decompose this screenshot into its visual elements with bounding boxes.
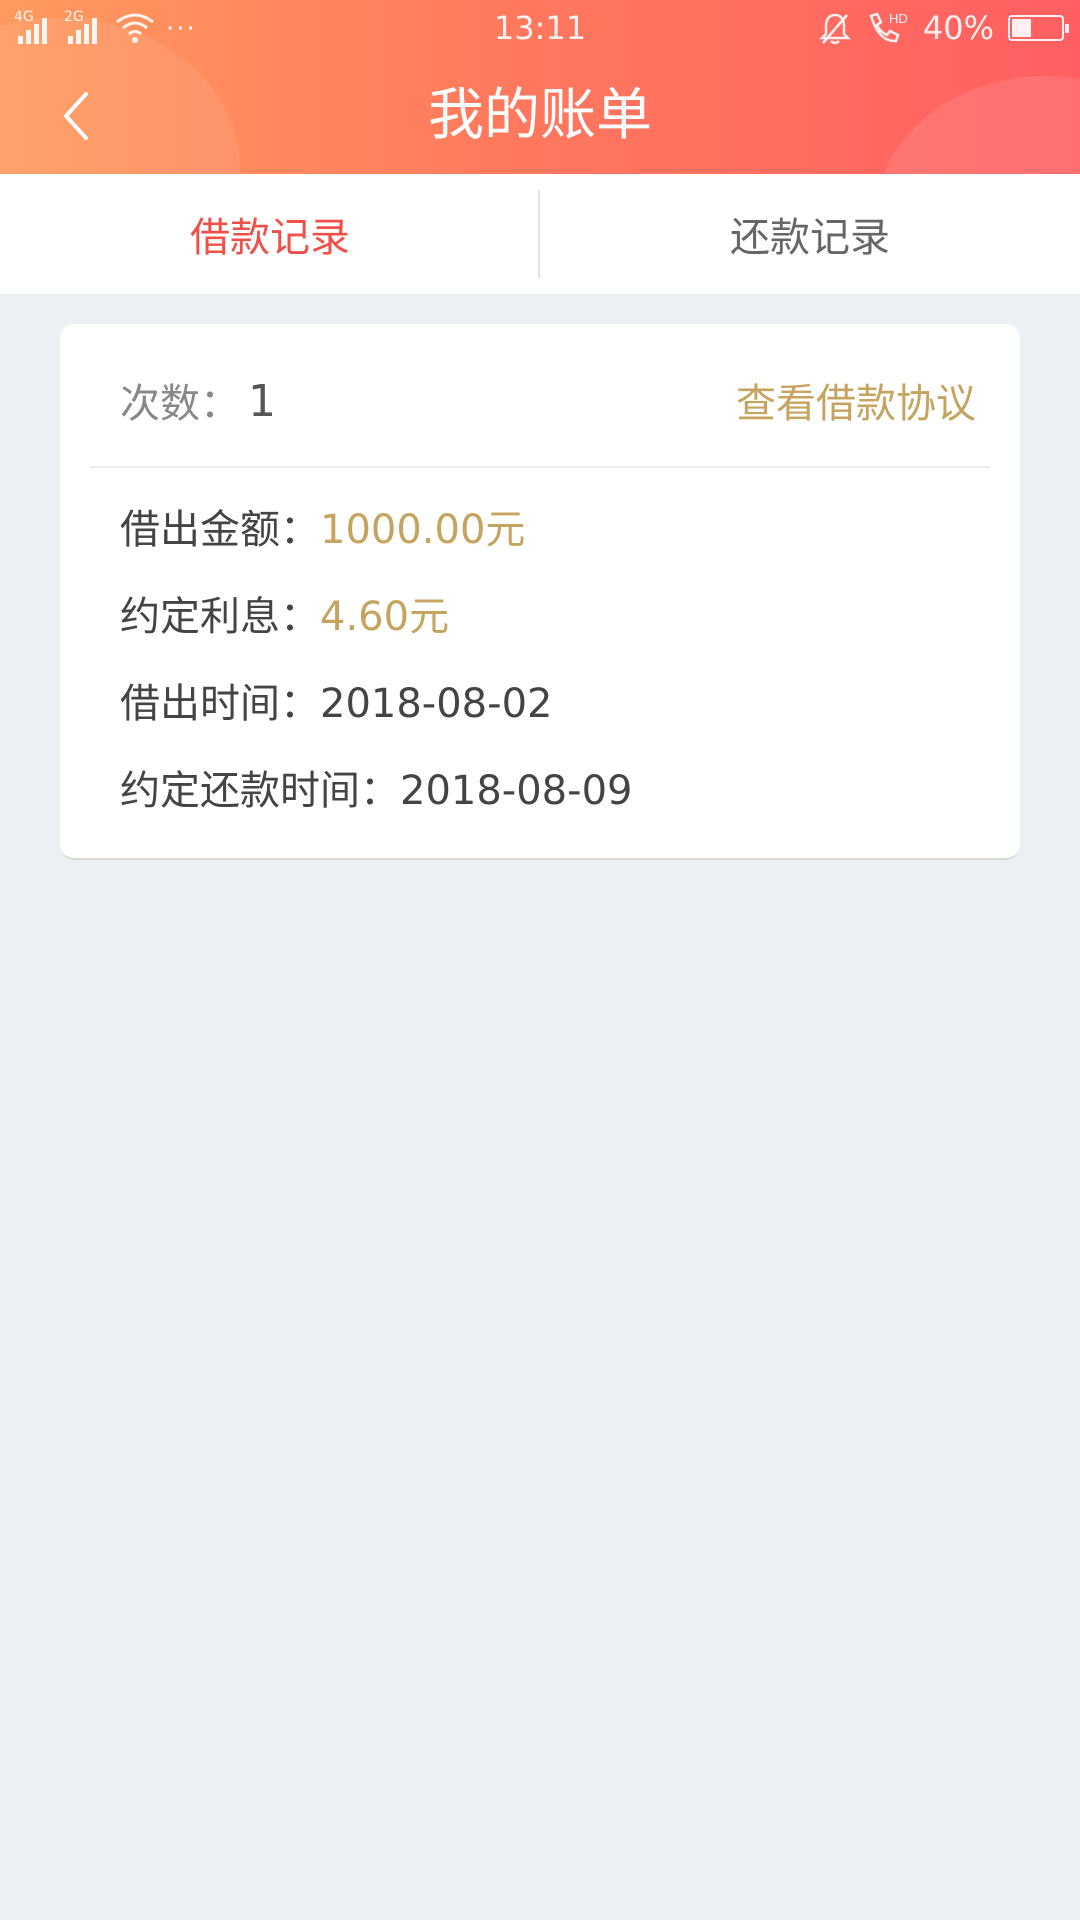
battery-percent: 40% <box>922 9 994 47</box>
record-tabs: 借款记录 还款记录 <box>0 174 1080 294</box>
tab-divider <box>538 190 540 278</box>
hd-call-icon: HD <box>869 11 908 43</box>
loan-record-card: 次数： 1 查看借款协议 借出金额：1000.00元 约定利息：4.60元 借出… <box>60 324 1020 860</box>
status-bar: 4G 2G ··· 13:11 HD 40% <box>0 0 1080 56</box>
battery-icon <box>1008 15 1069 41</box>
tab-repayment-records[interactable]: 还款记录 <box>540 174 1080 294</box>
loan-amount-label: 借出金额： <box>120 507 320 553</box>
repayment-date-value: 2018-08-09 <box>400 768 633 814</box>
loan-date-label: 借出时间： <box>120 681 320 727</box>
svg-text:HD: HD <box>889 11 908 26</box>
count-label: 次数： <box>120 381 240 427</box>
interest-value: 4.60元 <box>320 594 450 640</box>
interest-row: 约定利息：4.60元 <box>120 589 449 645</box>
loan-amount-row: 借出金额：1000.00元 <box>120 502 525 558</box>
mute-bell-icon <box>818 13 851 45</box>
card-divider <box>90 466 990 468</box>
loan-date-row: 借出时间：2018-08-02 <box>120 676 552 732</box>
battery-level-fill <box>1012 19 1031 37</box>
repayment-date-label: 约定还款时间： <box>120 768 400 814</box>
view-loan-agreement-link[interactable]: 查看借款协议 <box>736 376 976 432</box>
status-bar-right: HD 40% <box>818 8 1069 48</box>
card-header: 次数： 1 查看借款协议 <box>60 324 1020 466</box>
loan-date-value: 2018-08-02 <box>320 681 553 727</box>
app-header: 4G 2G ··· 13:11 HD 40% 我的账单 <box>0 0 1080 174</box>
repayment-date-row: 约定还款时间：2018-08-09 <box>120 763 632 819</box>
page-title: 我的账单 <box>428 83 652 148</box>
count-value: 1 <box>248 376 276 427</box>
tab-loan-records[interactable]: 借款记录 <box>0 174 540 294</box>
interest-label: 约定利息： <box>120 594 320 640</box>
loan-amount-value: 1000.00元 <box>320 507 526 553</box>
